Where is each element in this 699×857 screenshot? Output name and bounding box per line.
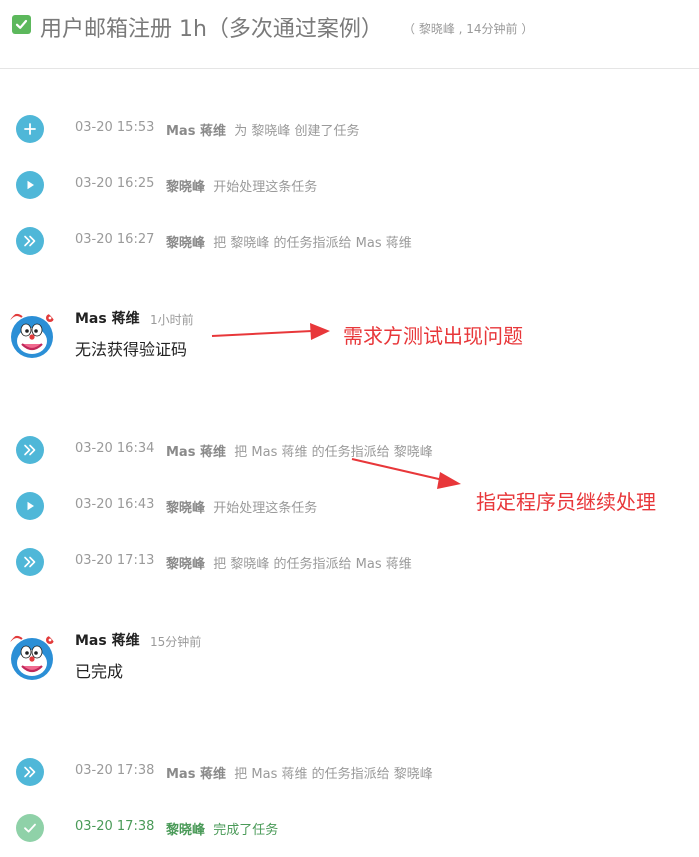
event-actor: 黎晓峰: [166, 823, 206, 838]
event-description: 把 Mas 蒋维 的任务指派给 黎晓峰: [234, 767, 433, 782]
history-event: 03-20 16:25 黎晓峰 开始处理这条任务: [0, 169, 699, 201]
event-time: 03-20 16:34: [75, 441, 155, 456]
double-chevron-icon: [16, 548, 44, 576]
event-description: 把 Mas 蒋维 的任务指派给 黎晓峰: [234, 445, 433, 460]
history-event: 03-20 16:34 Mas 蒋维 把 Mas 蒋维 的任务指派给 黎晓峰: [0, 434, 699, 466]
history-event: 03-20 17:38 Mas 蒋维 把 Mas 蒋维 的任务指派给 黎晓峰: [0, 756, 699, 788]
check-circle-icon: [16, 814, 44, 842]
event-time: 03-20 17:38: [75, 819, 155, 834]
event-actor: Mas 蒋维: [166, 767, 226, 782]
play-icon: [16, 171, 44, 199]
event-description: 为 黎晓峰 创建了任务: [234, 124, 360, 139]
double-chevron-icon: [16, 758, 44, 786]
history-event-done: 03-20 17:38 黎晓峰 完成了任务: [0, 812, 699, 844]
task-activity-page: 用户邮箱注册 1h（多次通过案例） （ 黎晓峰 , 14分钟前 ） 03-20 …: [0, 0, 699, 857]
event-actor: 黎晓峰: [166, 557, 206, 572]
avatar[interactable]: [6, 308, 58, 360]
event-text: 黎晓峰 把 黎晓峰 的任务指派给 Mas 蒋维: [166, 553, 412, 572]
event-time: 03-20 16:25: [75, 176, 155, 191]
event-actor: 黎晓峰: [166, 236, 206, 251]
avatar[interactable]: [6, 630, 58, 682]
event-text: 黎晓峰 完成了任务: [166, 819, 278, 838]
event-text: 黎晓峰 把 黎晓峰 的任务指派给 Mas 蒋维: [166, 232, 412, 251]
event-actor: Mas 蒋维: [166, 124, 226, 139]
annotation-note: 指定程序员继续处理: [476, 490, 656, 514]
play-icon: [16, 492, 44, 520]
history-event: 03-20 15:53 Mas 蒋维 为 黎晓峰 创建了任务: [0, 113, 699, 145]
event-text: 黎晓峰 开始处理这条任务: [166, 497, 317, 516]
event-actor: 黎晓峰: [166, 180, 206, 195]
event-text: Mas 蒋维 为 黎晓峰 创建了任务: [166, 120, 360, 139]
task-title: 用户邮箱注册 1h（多次通过案例）: [40, 17, 383, 42]
task-header: 用户邮箱注册 1h（多次通过案例） （ 黎晓峰 , 14分钟前 ）: [0, 0, 699, 69]
event-actor: Mas 蒋维: [166, 445, 226, 460]
plus-icon: [16, 115, 44, 143]
task-status-check-icon[interactable]: [12, 15, 31, 34]
comment-body: 已完成: [75, 662, 124, 681]
event-description: 开始处理这条任务: [213, 501, 318, 516]
event-description: 把 黎晓峰 的任务指派给 Mas 蒋维: [213, 236, 412, 251]
comment: Mas 蒋维 15分钟前 已完成: [0, 630, 699, 710]
event-text: 黎晓峰 开始处理这条任务: [166, 176, 317, 195]
event-description: 开始处理这条任务: [213, 180, 318, 195]
event-time: 03-20 16:27: [75, 232, 155, 247]
event-text: Mas 蒋维 把 Mas 蒋维 的任务指派给 黎晓峰: [166, 441, 433, 460]
comment-time: 1小时前: [150, 313, 194, 327]
event-time: 03-20 17:13: [75, 553, 155, 568]
comment-author[interactable]: Mas 蒋维: [75, 308, 140, 328]
event-time: 03-20 16:43: [75, 497, 155, 512]
comment-time: 15分钟前: [150, 635, 202, 649]
history-event: 03-20 16:27 黎晓峰 把 黎晓峰 的任务指派给 Mas 蒋维: [0, 225, 699, 257]
comment-body: 无法获得验证码: [75, 340, 188, 359]
double-chevron-icon: [16, 436, 44, 464]
event-time: 03-20 15:53: [75, 120, 155, 135]
double-chevron-icon: [16, 227, 44, 255]
event-text: Mas 蒋维 把 Mas 蒋维 的任务指派给 黎晓峰: [166, 763, 433, 782]
event-description: 完成了任务: [213, 823, 279, 838]
event-time: 03-20 17:38: [75, 763, 155, 778]
event-actor: 黎晓峰: [166, 501, 206, 516]
event-description: 把 黎晓峰 的任务指派给 Mas 蒋维: [213, 557, 412, 572]
history-event: 03-20 17:13 黎晓峰 把 黎晓峰 的任务指派给 Mas 蒋维: [0, 546, 699, 578]
comment-author[interactable]: Mas 蒋维: [75, 630, 140, 650]
annotation-note: 需求方测试出现问题: [343, 324, 523, 348]
task-meta: （ 黎晓峰 , 14分钟前 ）: [403, 22, 534, 36]
